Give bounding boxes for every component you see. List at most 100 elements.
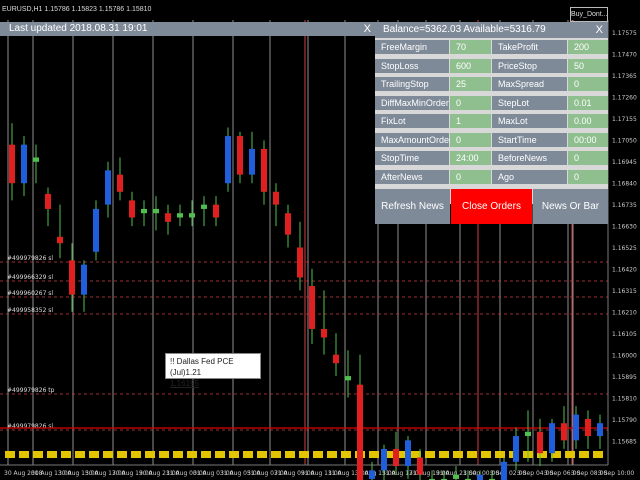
candle-body[interactable] bbox=[321, 328, 327, 338]
candle-body[interactable] bbox=[405, 440, 411, 467]
candle-body[interactable] bbox=[357, 384, 363, 480]
close-orders-button[interactable]: Close Orders bbox=[451, 189, 532, 224]
candle-body[interactable] bbox=[237, 136, 243, 175]
price-label: 1.15895 bbox=[612, 374, 637, 381]
candle-body[interactable] bbox=[225, 136, 231, 184]
news-marker bbox=[369, 451, 379, 458]
news-marker bbox=[187, 451, 197, 458]
candle-body[interactable] bbox=[117, 174, 123, 192]
candle-body[interactable] bbox=[333, 354, 339, 364]
setting-value[interactable]: 00:00 bbox=[568, 132, 608, 147]
balance-text: Balance=5362.03 Available=5316.79 bbox=[383, 24, 546, 35]
candle-body[interactable] bbox=[261, 148, 267, 192]
candle-body[interactable] bbox=[9, 144, 15, 184]
candle-body[interactable] bbox=[381, 448, 387, 471]
candle-body[interactable] bbox=[21, 144, 27, 184]
setting-value[interactable]: 200 bbox=[568, 40, 608, 54]
news-marker bbox=[19, 451, 29, 458]
setting-label: MaxSpread bbox=[492, 77, 567, 91]
expert-badge[interactable]: Buy_Dont... bbox=[570, 7, 608, 22]
setting-value[interactable]: 25 bbox=[450, 77, 491, 91]
setting-value[interactable]: 600 bbox=[450, 58, 491, 73]
setting-value[interactable]: 0 bbox=[450, 169, 491, 184]
candle-body[interactable] bbox=[153, 208, 159, 214]
refresh-news-button[interactable]: Refresh News bbox=[375, 189, 450, 224]
price-label: 1.16840 bbox=[612, 181, 637, 188]
candle-body[interactable] bbox=[585, 418, 591, 437]
order-label: #499966329 sl bbox=[7, 274, 53, 281]
close-icon[interactable]: X bbox=[364, 22, 371, 36]
candle-body[interactable] bbox=[165, 213, 171, 222]
tooltip-title: !! Dallas Fed PCE (Jul)1.21 bbox=[170, 357, 234, 377]
candle-body[interactable] bbox=[249, 148, 255, 175]
setting-value[interactable]: 0 bbox=[568, 169, 608, 184]
news-marker bbox=[327, 451, 337, 458]
candle-body[interactable] bbox=[45, 193, 51, 209]
candle-body[interactable] bbox=[33, 157, 39, 162]
news-marker bbox=[285, 451, 295, 458]
candle-body[interactable] bbox=[285, 213, 291, 235]
candle-body[interactable] bbox=[393, 448, 399, 467]
order-label: #499979826 tp bbox=[7, 387, 55, 394]
candle-body[interactable] bbox=[93, 208, 99, 252]
panel-header: Balance=5362.03 Available=5316.79 X bbox=[375, 22, 608, 38]
close-icon[interactable]: X bbox=[596, 22, 603, 38]
candle-body[interactable] bbox=[597, 423, 603, 437]
setting-label: StopLoss bbox=[375, 58, 449, 73]
news-marker bbox=[425, 451, 435, 458]
candle-body[interactable] bbox=[537, 431, 543, 454]
news-marker bbox=[33, 451, 43, 458]
setting-value[interactable]: 0 bbox=[568, 77, 608, 91]
candle-body[interactable] bbox=[369, 470, 375, 479]
candle-body[interactable] bbox=[525, 431, 531, 437]
news-marker bbox=[565, 451, 575, 458]
setting-label: StepLot bbox=[492, 95, 567, 110]
price-label: 1.17470 bbox=[612, 52, 637, 59]
candle-body[interactable] bbox=[573, 414, 579, 441]
setting-value[interactable]: 0.01 bbox=[568, 95, 608, 110]
candle-body[interactable] bbox=[477, 474, 483, 480]
candle-body[interactable] bbox=[501, 461, 507, 480]
order-label: #499960267 sl bbox=[7, 290, 53, 297]
setting-value[interactable]: 0 bbox=[450, 95, 491, 110]
candle-body[interactable] bbox=[105, 170, 111, 205]
candle-body[interactable] bbox=[273, 191, 279, 205]
candle-body[interactable] bbox=[141, 208, 147, 214]
candle-body[interactable] bbox=[189, 213, 195, 218]
time-label: 3 Sep 10:00 bbox=[598, 470, 634, 477]
price-label: 1.16420 bbox=[612, 267, 637, 274]
setting-value[interactable]: 0 bbox=[568, 151, 608, 165]
setting-value[interactable]: 0 bbox=[450, 132, 491, 147]
setting-label: AfterNews bbox=[375, 169, 449, 184]
candle-body[interactable] bbox=[549, 423, 555, 454]
setting-label: FixLot bbox=[375, 114, 449, 128]
candle-body[interactable] bbox=[297, 247, 303, 278]
setting-value[interactable]: 70 bbox=[450, 40, 491, 54]
candle-body[interactable] bbox=[129, 200, 135, 218]
candle-body[interactable] bbox=[177, 213, 183, 218]
candle-body[interactable] bbox=[345, 376, 351, 381]
candle-body[interactable] bbox=[561, 423, 567, 441]
setting-value[interactable]: 0.00 bbox=[568, 114, 608, 128]
candle-body[interactable] bbox=[57, 236, 63, 244]
news-or-bar-button[interactable]: News Or Bar bbox=[533, 189, 608, 224]
news-marker bbox=[467, 451, 477, 458]
setting-value[interactable]: 1 bbox=[450, 114, 491, 128]
candle-body[interactable] bbox=[213, 204, 219, 218]
news-marker bbox=[159, 451, 169, 458]
setting-label: FreeMargin bbox=[375, 40, 449, 54]
news-marker bbox=[257, 451, 267, 458]
candle-body[interactable] bbox=[513, 436, 519, 462]
candle-body[interactable] bbox=[453, 474, 459, 479]
candle-body[interactable] bbox=[309, 286, 315, 329]
price-label: 1.16315 bbox=[612, 288, 637, 295]
setting-value[interactable]: 50 bbox=[568, 58, 608, 73]
candle-body[interactable] bbox=[201, 204, 207, 209]
news-marker bbox=[439, 451, 449, 458]
setting-value[interactable]: 24:00 bbox=[450, 151, 491, 165]
candle-body[interactable] bbox=[417, 457, 423, 475]
news-marker bbox=[579, 451, 589, 458]
candle-body[interactable] bbox=[81, 264, 87, 295]
order-label: #499979826 sl bbox=[7, 423, 53, 430]
candle-body[interactable] bbox=[69, 260, 75, 295]
